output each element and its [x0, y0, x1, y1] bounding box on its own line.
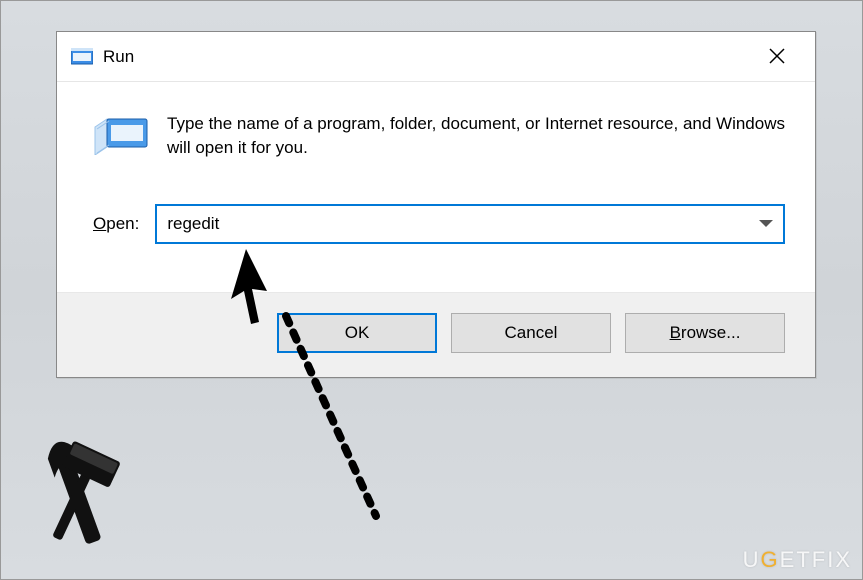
cancel-button[interactable]: Cancel — [451, 313, 611, 353]
prompt-row: Type the name of a program, folder, docu… — [87, 110, 785, 160]
open-combobox[interactable] — [155, 204, 785, 244]
open-label: Open: — [93, 214, 139, 234]
ok-button[interactable]: OK — [277, 313, 437, 353]
run-icon — [93, 110, 149, 158]
run-title-icon — [71, 46, 93, 68]
tools-icon — [7, 425, 147, 565]
watermark: UGETFIX — [743, 547, 852, 573]
close-icon — [768, 41, 786, 72]
titlebar: Run — [57, 32, 815, 82]
chevron-down-icon[interactable] — [759, 220, 773, 227]
button-row: OK Cancel Browse... — [57, 292, 815, 377]
open-input[interactable] — [167, 214, 751, 234]
dialog-content: Type the name of a program, folder, docu… — [57, 82, 815, 244]
input-row: Open: — [87, 204, 785, 244]
run-dialog: Run Type the name of a program, — [56, 31, 816, 378]
close-button[interactable] — [747, 32, 807, 82]
window-title: Run — [103, 47, 747, 67]
prompt-text: Type the name of a program, folder, docu… — [167, 110, 785, 160]
browse-button[interactable]: Browse... — [625, 313, 785, 353]
